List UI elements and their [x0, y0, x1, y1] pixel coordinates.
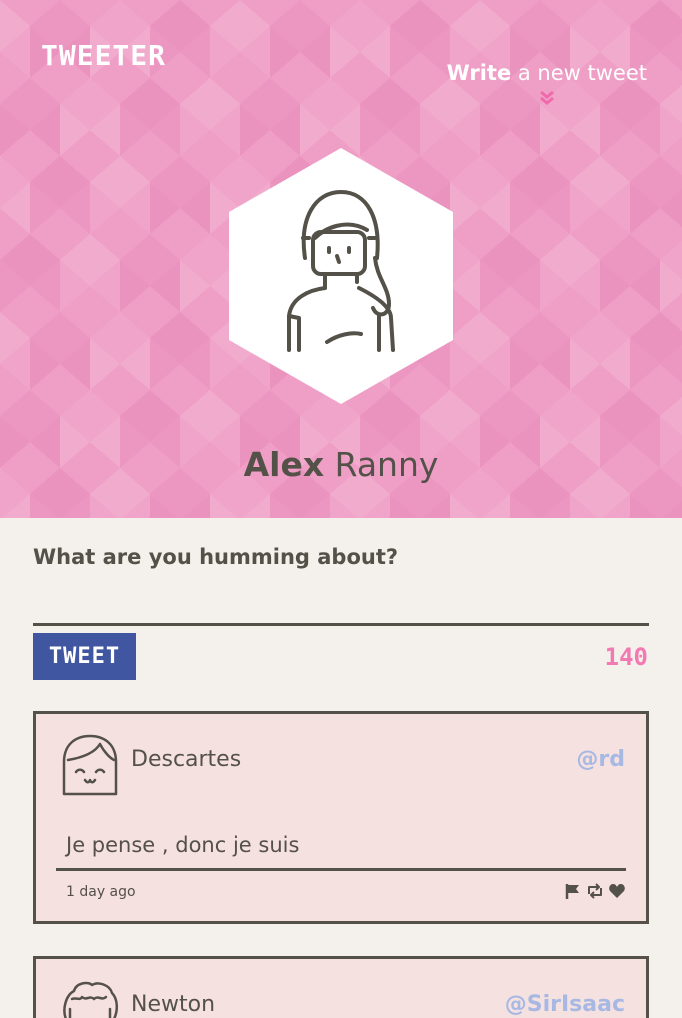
profile-header: TWEETER Write a new tweet Alex Ranny: [0, 0, 682, 518]
tweet-text-input[interactable]: [33, 586, 649, 626]
tweet-divider: [56, 868, 626, 871]
flag-icon[interactable]: [564, 882, 582, 900]
profile-name: Alex Ranny: [0, 445, 682, 485]
brand-logo[interactable]: TWEETER: [41, 40, 166, 72]
write-new-tweet-link[interactable]: Write a new tweet: [447, 60, 647, 106]
tweet-timestamp: 1 day ago: [66, 884, 136, 900]
user-avatar-icon: [62, 734, 118, 796]
heart-icon[interactable]: [608, 882, 626, 900]
user-avatar-icon: [63, 981, 118, 1018]
compose-label: What are you humming about?: [33, 545, 399, 569]
character-counter: 140: [604, 643, 648, 671]
tweet-text: Je pense , donc je suis: [66, 833, 300, 857]
profile-avatar: [229, 148, 453, 404]
tweet-submit-button[interactable]: TWEET: [33, 633, 136, 680]
tweet-handle[interactable]: @SirIsaac: [505, 991, 625, 1018]
tweet-card: Descartes @rd Je pense , donc je suis 1 …: [33, 711, 649, 924]
chevron-double-down-icon: [539, 90, 554, 105]
profile-last-name: Ranny: [324, 445, 439, 484]
tweet-author: Newton: [131, 992, 216, 1017]
compose-link-bold: Write: [446, 61, 512, 85]
profile-first-name: Alex: [243, 445, 325, 484]
retweet-icon[interactable]: [586, 882, 604, 900]
tweet-card: Newton @SirIsaac: [33, 956, 649, 1018]
tweet-handle[interactable]: @rd: [576, 746, 625, 774]
compose-link-rest: a new tweet: [511, 61, 647, 85]
tweet-actions: [564, 882, 626, 900]
tweet-author: Descartes: [131, 747, 242, 772]
